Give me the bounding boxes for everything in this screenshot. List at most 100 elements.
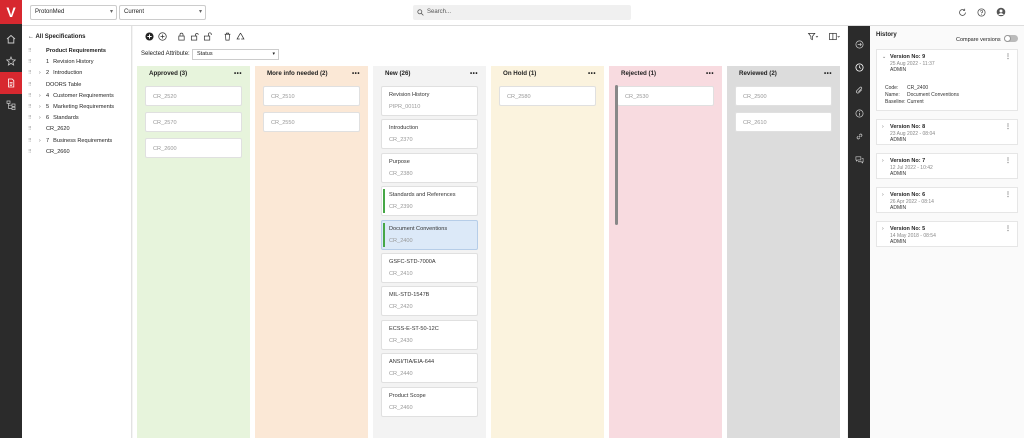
chevron-right-icon[interactable]: › [39,136,41,147]
add-filled-icon[interactable] [143,30,155,42]
chevron-right-icon[interactable]: › [39,102,41,113]
requirement-card[interactable]: ANSI/TIA/EIA-644 CR_2440 [381,353,478,384]
requirement-card[interactable]: Product Scope CR_2460 [381,386,478,417]
tree-item[interactable]: ⠿ CR_2620 [22,124,131,135]
column-menu-icon[interactable]: ••• [470,66,478,82]
tree-item[interactable]: ⠿ › 5 Marketing Requirements [22,102,131,113]
chevron-right-icon[interactable]: › [39,91,41,102]
chevron-right-icon[interactable]: › [882,158,884,164]
chevron-right-icon[interactable]: › [882,192,884,198]
requirement-card[interactable]: Standards and References CR_2390 [381,186,478,217]
drag-handle-icon[interactable]: ⠿ [28,147,32,158]
attribute-select[interactable]: Status ▾ [192,49,279,60]
requirement-card[interactable]: CR_2550 [263,112,360,132]
requirement-card[interactable]: CR_2500 [735,86,832,106]
specification-tree: ← All Specifications ⠿ Product Requiremen… [22,26,132,438]
version-menu-icon[interactable]: ⋮ [1005,191,1011,198]
chevron-right-icon[interactable]: › [39,68,41,79]
chevron-right-icon[interactable]: › [882,124,884,130]
version-menu-icon[interactable]: ⋮ [1005,157,1011,164]
drag-handle-icon[interactable]: ⠿ [28,124,32,135]
tree-item[interactable]: ⠿ › 4 Customer Requirements [22,91,131,102]
requirement-card[interactable]: CR_2610 [735,112,832,132]
version-item[interactable]: › Version No: 8 23 Aug 2022 - 08:04 ADMIN ⋮ [876,119,1018,145]
requirement-card[interactable]: MIL-STD-1547B CR_2420 [381,286,478,317]
requirement-card[interactable]: Document Conventions CR_2400 [381,219,478,250]
chevron-right-icon[interactable]: › [882,226,884,232]
requirement-card[interactable]: GSFC-STD-7000A CR_2410 [381,253,478,283]
card-title: Product Scope [389,392,426,399]
search-input[interactable]: Search... [413,5,631,20]
column-menu-icon[interactable]: ••• [234,66,242,82]
user-icon[interactable] [995,6,1007,18]
add-outline-icon[interactable] [156,30,168,42]
requirement-card[interactable]: Purpose CR_2380 [381,152,478,183]
clock-icon[interactable] [848,57,870,77]
card-title: ANSI/TIA/EIA-644 [389,359,435,366]
requirement-card[interactable]: Revision History PIPR_00110 [381,86,478,116]
baseline-select[interactable]: Current ▾ [119,5,206,20]
tree-item[interactable]: ⠿ DOORS Table [22,80,131,91]
drag-handle-icon[interactable]: ⠿ [28,57,32,68]
version-item[interactable]: ⌄ Version No: 9 25 Aug 2022 - 11:37 ADMIN ⋮ C… [876,49,1018,111]
board-column: Rejected (1) ••• CR_2530 [609,66,722,438]
column-menu-icon[interactable]: ••• [588,66,596,82]
help-icon[interactable] [975,6,987,18]
requirement-card[interactable]: Introduction CR_2370 [381,119,478,150]
home-icon[interactable] [0,28,22,50]
refresh-icon[interactable] [956,6,968,18]
column-scrollbar[interactable] [615,85,618,225]
unlock-alt-icon[interactable] [201,30,213,42]
tree-item[interactable]: ⠿ Product Requirements [22,46,131,57]
requirement-card[interactable]: CR_2520 [145,86,242,106]
requirement-card[interactable]: CR_2570 [145,112,242,132]
drag-handle-icon[interactable]: ⠿ [28,102,32,113]
all-specifications-link[interactable]: ← All Specifications [22,26,131,46]
unlock-icon[interactable] [188,30,200,42]
filter-icon[interactable] [806,30,820,42]
version-menu-icon[interactable]: ⋮ [1005,53,1011,60]
history-rail [848,26,870,438]
info-icon[interactable] [848,103,870,123]
paperclip-icon[interactable] [848,80,870,100]
requirement-card[interactable]: ECSS-E-ST-50-12C CR_2430 [381,319,478,350]
requirement-card[interactable]: CR_2600 [145,138,242,158]
version-menu-icon[interactable]: ⋮ [1005,123,1011,130]
trash-icon[interactable] [221,30,233,42]
version-item[interactable]: › Version No: 5 14 May 2018 - 08:54 ADMIN ⋮ [876,221,1018,247]
requirement-card[interactable]: CR_2580 [499,86,596,106]
recycle-icon[interactable] [234,30,246,42]
link-icon[interactable] [848,126,870,146]
document-icon[interactable] [0,72,22,94]
hierarchy-icon[interactable] [0,94,22,116]
chevron-down-icon[interactable]: ⌄ [882,54,886,60]
tree-item[interactable]: ⠿ 1 Revision History [22,57,131,68]
chevron-right-icon[interactable]: › [39,113,41,124]
column-menu-icon[interactable]: ••• [824,66,832,82]
columns-layout-icon[interactable] [826,30,842,42]
arrow-right-circle-icon[interactable] [848,34,870,54]
tree-item[interactable]: ⠿ › 7 Business Requirements [22,136,131,147]
requirement-card[interactable]: CR_2530 [617,86,714,106]
tree-item[interactable]: ⠿ CR_2660 [22,147,131,158]
drag-handle-icon[interactable]: ⠿ [28,46,32,57]
requirement-card[interactable]: CR_2510 [263,86,360,106]
drag-handle-icon[interactable]: ⠿ [28,91,32,102]
project-select[interactable]: ProtonMed ▾ [30,5,117,20]
star-icon[interactable] [0,50,22,72]
comments-icon[interactable] [848,149,870,169]
brand-logo[interactable]: V [0,0,22,24]
column-menu-icon[interactable]: ••• [352,66,360,82]
tree-item[interactable]: ⠿ › 6 Standards [22,113,131,124]
compare-versions-toggle[interactable] [1004,35,1018,42]
drag-handle-icon[interactable]: ⠿ [28,68,32,79]
lock-icon[interactable] [175,30,187,42]
column-menu-icon[interactable]: ••• [706,66,714,82]
version-menu-icon[interactable]: ⋮ [1005,225,1011,232]
version-item[interactable]: › Version No: 7 12 Jul 2022 - 10:42 ADMIN ⋮ [876,153,1018,179]
drag-handle-icon[interactable]: ⠿ [28,136,32,147]
drag-handle-icon[interactable]: ⠿ [28,80,32,91]
tree-item[interactable]: ⠿ › 2 Introduction [22,68,131,79]
version-item[interactable]: › Version No: 6 26 Apr 2022 - 08:14 ADMIN ⋮ [876,187,1018,213]
drag-handle-icon[interactable]: ⠿ [28,113,32,124]
